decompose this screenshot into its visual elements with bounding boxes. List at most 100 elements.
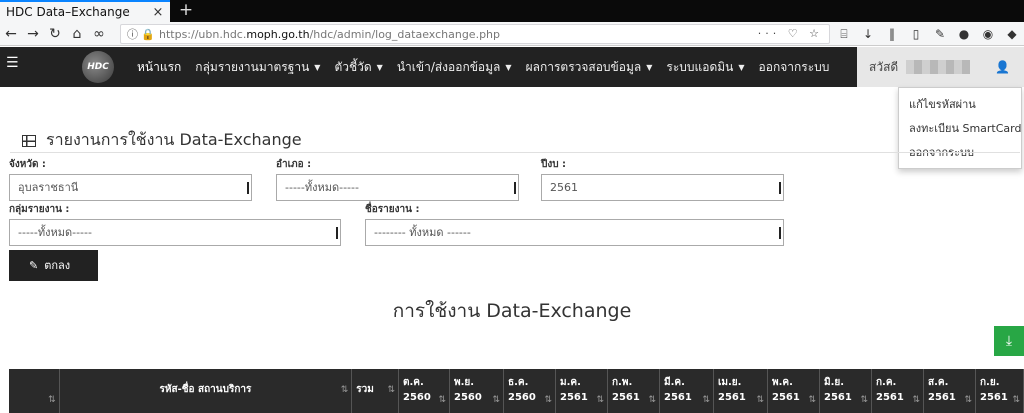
col-month-header[interactable]: ก.ย. 2561 ⇅ [976,369,1024,413]
month-label: ม.ค. [560,377,581,388]
caret-down-icon: ▼ [376,63,383,72]
forward-icon[interactable]: → [22,26,44,42]
sort-icon: ⇅ [340,385,349,395]
month-label: มิ.ย. [824,377,845,388]
library-icon[interactable]: ‖ [882,24,902,44]
month-label: ก.ย. [980,377,1000,388]
report-name-label: ชื่อรายงาน : [365,204,420,215]
report-group-label: กลุ่มรายงาน : [9,204,70,215]
user-dropdown: แก้ไขรหัสผ่าน ลงทะเบียน SmartCard ออกจาก… [898,87,1022,169]
sort-icon: ⇅ [492,395,500,405]
report-title: การใช้งาน Data-Exchange [392,300,632,322]
title-divider [10,152,1020,153]
new-tab-icon[interactable]: + [176,0,196,22]
menu-item-import-export[interactable]: นำเข้า/ส่งออกข้อมูล ▼ [390,47,519,87]
caret-down-icon: ▼ [646,63,653,72]
col-month-header[interactable]: พ.ค. 2561 ⇅ [768,369,820,413]
site-navbar: ☰ HDC หน้าแรก กลุ่มรายงานมาตรฐาน ▼ ตัวชี้… [0,47,1024,87]
col-month-header[interactable]: มี.ค. 2561 ⇅ [660,369,714,413]
col-service-header[interactable]: รหัส-ชื่อ สถานบริการ ⇅ [60,369,353,413]
sort-icon: ⇅ [756,395,764,405]
sort-icon: ⇅ [1012,395,1020,405]
sort-icon: ⇅ [438,395,446,405]
dropdown-logout[interactable]: ออกจากระบบ [899,142,1021,166]
menu-item-standard-reports[interactable]: กลุ่มรายงานมาตรฐาน ▼ [188,47,327,87]
user-icon: 👤 [995,60,1010,74]
home-icon[interactable]: ⌂ [66,26,88,42]
menu-item-home[interactable]: หน้าแรก [130,47,188,87]
col-total-header[interactable]: รวม ⇅ [352,369,399,413]
year-select[interactable]: 2561 [541,174,784,201]
edit-icon: ✎ [29,259,39,272]
page-title: รายงานการใช้งาน Data-Exchange [22,128,302,153]
month-label: พ.ค. [772,377,793,388]
user-greeting: สวัสดี [869,59,899,74]
menu-item-logout[interactable]: ออกจากระบบ [752,47,837,87]
sort-icon: ⇅ [702,395,710,405]
year-label: ปีงบ : [541,159,567,170]
col-month-header[interactable]: ก.ค. 2561 ⇅ [872,369,924,413]
menu-item-indicators[interactable]: ตัวชี้วัด ▼ [327,47,389,87]
screenshot-icon[interactable]: ⌸ [834,24,854,44]
col-month-header[interactable]: ก.พ. 2561 ⇅ [608,369,660,413]
browser-tab[interactable]: HDC Data–Exchange × [0,0,170,22]
url-bar[interactable]: ⓘ 🔒 https://ubn.hdc.moph.go.th/hdc/admin… [120,24,830,44]
dropdown-change-password[interactable]: แก้ไขรหัสผ่าน [899,94,1021,118]
district-select[interactable]: -----ทั้งหมด----- [276,174,519,201]
tab-title: HDC Data–Exchange [6,5,130,19]
redacted-username [906,60,971,74]
menu-item-admin[interactable]: ระบบแอดมิน ▼ [659,47,751,87]
menu-icon[interactable]: ☰ [6,55,19,71]
sidebar-icon[interactable]: ▯ [906,24,926,44]
district-label: อำเภอ : [276,159,312,170]
info-icon[interactable]: ⓘ [127,26,141,42]
sort-icon: ⇅ [387,385,395,395]
month-label: พ.ย. [454,377,475,388]
month-label: มี.ค. [664,377,685,388]
col-month-header[interactable]: ส.ค. 2561 ⇅ [924,369,976,413]
url-text: https://ubn.hdc.moph.go.th/hdc/admin/log… [159,27,500,41]
col-month-header[interactable]: เม.ย. 2561 ⇅ [714,369,768,413]
col-month-header[interactable]: ธ.ค. 2560 ⇅ [504,369,556,413]
sort-icon: ⇅ [860,395,868,405]
user-menu-toggle[interactable]: สวัสดี 👤 [857,47,1024,87]
extension-icon[interactable]: ◉ [978,24,998,44]
wrench-icon[interactable]: ✎ [930,24,950,44]
hdc-logo[interactable]: HDC [82,51,114,83]
sort-icon: ⇅ [912,395,920,405]
dropdown-register-smartcard[interactable]: ลงทะเบียน SmartCard [899,118,1021,142]
main-menu: หน้าแรก กลุ่มรายงานมาตรฐาน ▼ ตัวชี้วัด ▼ น… [130,47,836,87]
month-columns: ต.ค. 2560 ⇅ พ.ย. 2560 ⇅ ธ.ค. 2560 ⇅ ม.ค. 2561 ⇅ ก.พ.… [399,369,1024,413]
sort-icon: ⇅ [808,395,816,405]
extension-icon[interactable]: ◆ [1002,24,1022,44]
reload-icon[interactable]: ↻ [44,26,66,42]
col-month-header[interactable]: มิ.ย. 2561 ⇅ [820,369,872,413]
col-index-header[interactable]: ⇅ [9,369,60,413]
toolbar-icons: ⌸ ↓ ‖ ▯ ✎ ● ◉ ◆ ⊘ [834,24,1024,44]
sort-icon: ⇅ [596,395,604,405]
month-label: ธ.ค. [508,377,529,388]
month-label: ก.พ. [612,377,633,388]
col-month-header[interactable]: ต.ค. 2560 ⇅ [399,369,450,413]
menu-item-validation[interactable]: ผลการตรวจสอบข้อมูล ▼ [519,47,660,87]
report-name-select[interactable]: -------- ทั้งหมด ------ [365,219,784,246]
glasses-icon[interactable]: ∞ [88,26,110,42]
download-button[interactable]: ⤓ [994,326,1024,356]
month-label: ต.ค. [403,377,424,388]
extension-icon[interactable]: ● [954,24,974,44]
report-group-select[interactable]: -----ทั้งหมด----- [9,219,341,246]
close-icon[interactable]: × [150,5,166,20]
month-label: ก.ค. [876,377,897,388]
sort-icon: ⇅ [648,395,656,405]
col-month-header[interactable]: พ.ย. 2560 ⇅ [450,369,504,413]
col-month-header[interactable]: ม.ค. 2561 ⇅ [556,369,608,413]
sort-icon: ⇅ [964,395,972,405]
caret-down-icon: ▼ [314,63,321,72]
download-icon: ⤓ [1005,333,1013,349]
back-icon[interactable]: ← [0,26,22,42]
table-header: ⇅ รหัส-ชื่อ สถานบริการ ⇅ รวม ⇅ ต.ค. 2560 ⇅… [9,369,1024,413]
province-select[interactable]: อุบลราชธานี [9,174,252,201]
url-actions[interactable]: ··· ♡ ☆ [758,27,823,40]
submit-button[interactable]: ✎ ตกลง [9,250,98,281]
download-arrow-icon[interactable]: ↓ [858,24,878,44]
